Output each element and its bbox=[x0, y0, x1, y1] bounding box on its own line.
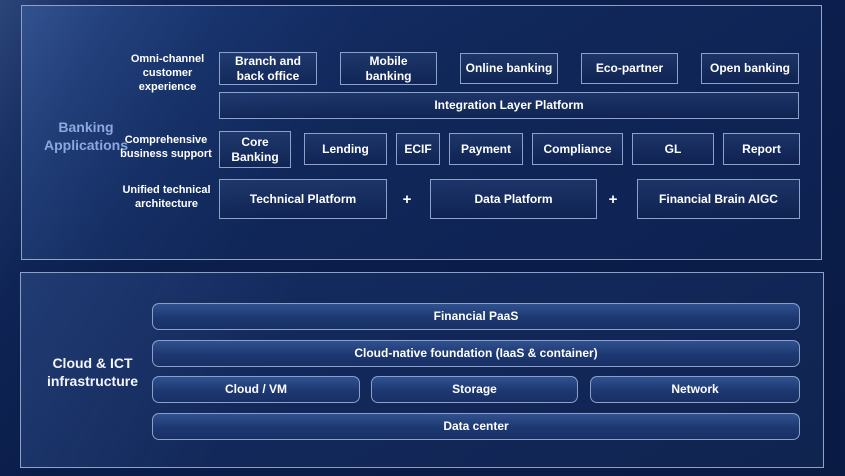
cloud-ict-section: Cloud & ICT infrastructure Financial Paa… bbox=[20, 272, 824, 468]
box-technical-platform: Technical Platform bbox=[219, 179, 387, 219]
box-data-platform: Data Platform bbox=[430, 179, 597, 219]
box-payment: Payment bbox=[449, 133, 523, 165]
box-data-center-label: Data center bbox=[443, 420, 508, 434]
box-network: Network bbox=[590, 376, 800, 403]
box-gl-label: GL bbox=[665, 142, 682, 156]
box-lending-label: Lending bbox=[322, 142, 369, 156]
box-financial-brain-aigc-label: Financial Brain AIGC bbox=[659, 192, 778, 206]
box-core-banking-label: Core Banking bbox=[223, 135, 287, 164]
plus-separator-1: + bbox=[396, 179, 418, 219]
box-cloud-vm-label: Cloud / VM bbox=[225, 383, 287, 397]
box-network-label: Network bbox=[671, 383, 718, 397]
box-core-banking: Core Banking bbox=[219, 131, 291, 168]
box-compliance-label: Compliance bbox=[543, 142, 611, 156]
box-open-banking-label: Open banking bbox=[710, 61, 790, 75]
box-report: Report bbox=[723, 133, 800, 165]
box-branch-back-office-label: Branch and back office bbox=[228, 54, 308, 83]
box-integration-layer-platform-label: Integration Layer Platform bbox=[434, 98, 583, 112]
box-integration-layer-platform: Integration Layer Platform bbox=[219, 92, 799, 119]
box-storage: Storage bbox=[371, 376, 578, 403]
box-cloud-vm: Cloud / VM bbox=[152, 376, 360, 403]
banking-applications-section: Banking Applications Omni-channel custom… bbox=[21, 5, 822, 260]
box-branch-back-office: Branch and back office bbox=[219, 52, 317, 85]
box-cloud-native-foundation: Cloud-native foundation (IaaS & containe… bbox=[152, 340, 800, 367]
box-gl: GL bbox=[632, 133, 714, 165]
row-label-omni-channel: Omni-channel customer experience bbox=[120, 53, 215, 95]
box-eco-partner: Eco-partner bbox=[581, 53, 678, 84]
box-mobile-banking: Mobile banking bbox=[340, 52, 437, 85]
box-data-center: Data center bbox=[152, 413, 800, 440]
box-storage-label: Storage bbox=[452, 383, 497, 397]
box-report-label: Report bbox=[742, 142, 781, 156]
box-financial-paas: Financial PaaS bbox=[152, 303, 800, 330]
box-compliance: Compliance bbox=[532, 133, 623, 165]
architecture-diagram: Banking Applications Omni-channel custom… bbox=[0, 0, 845, 476]
box-cloud-native-foundation-label: Cloud-native foundation (IaaS & containe… bbox=[354, 347, 597, 361]
box-online-banking: Online banking bbox=[460, 53, 558, 84]
box-technical-platform-label: Technical Platform bbox=[250, 192, 356, 206]
box-data-platform-label: Data Platform bbox=[474, 192, 552, 206]
box-open-banking: Open banking bbox=[701, 53, 799, 84]
box-mobile-banking-label: Mobile banking bbox=[357, 54, 421, 83]
box-financial-brain-aigc: Financial Brain AIGC bbox=[637, 179, 800, 219]
row-label-unified-architecture: Unified technical architecture bbox=[118, 184, 215, 212]
box-eco-partner-label: Eco-partner bbox=[596, 61, 663, 75]
row-label-business-support: Comprehensive business support bbox=[116, 134, 216, 162]
box-lending: Lending bbox=[304, 133, 387, 165]
box-ecif: ECIF bbox=[396, 133, 440, 165]
box-payment-label: Payment bbox=[461, 142, 511, 156]
box-online-banking-label: Online banking bbox=[466, 61, 553, 75]
cloud-section-title: Cloud & ICT infrastructure bbox=[35, 354, 150, 390]
plus-separator-2: + bbox=[602, 179, 624, 219]
box-financial-paas-label: Financial PaaS bbox=[434, 310, 519, 324]
box-ecif-label: ECIF bbox=[404, 142, 431, 156]
